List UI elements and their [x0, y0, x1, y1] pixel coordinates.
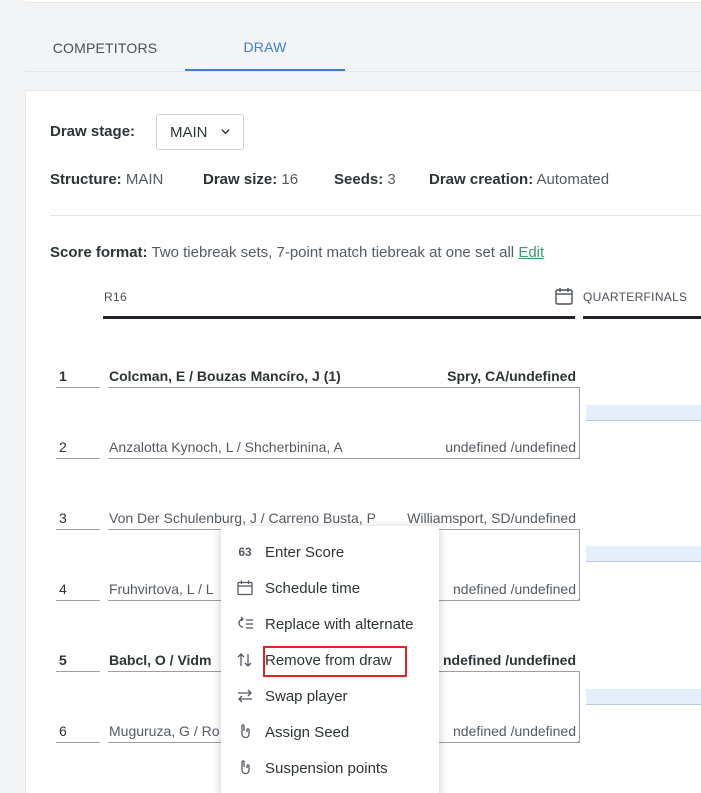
menu-item-label: Enter Score [265, 543, 345, 561]
suspension-icon [241, 760, 250, 775]
slot-participants: Babcl, O / Vidm [109, 652, 212, 668]
menu-item-label: Assign Seed [265, 723, 350, 741]
draw-creation-label: Draw creation: [429, 171, 534, 188]
slot-number: 5 [56, 652, 100, 672]
tab-draw[interactable]: DRAW [185, 24, 345, 71]
menu-item-swap-player[interactable]: Swap player [221, 678, 439, 714]
tab-competitors[interactable]: COMPETITORS [25, 24, 185, 71]
divider [50, 215, 701, 216]
draw-size-label: Draw size: [203, 171, 278, 188]
score-format-label: Score format: [50, 244, 148, 261]
draw-creation-info: Draw creation: Automated [429, 171, 609, 188]
draw-slot[interactable]: Anzalotta Kynoch, L / Shcherbinina, A un… [108, 439, 580, 459]
slot-club: undefined /undefined [443, 439, 576, 455]
menu-item-assign-seed[interactable]: Assign Seed [221, 714, 439, 750]
seeds-value: 3 [387, 171, 396, 188]
chevron-down-icon [221, 129, 230, 135]
menu-item-remove-from-draw[interactable]: Remove from draw [221, 642, 439, 678]
draw-stage-value: MAIN [170, 123, 208, 141]
menu-item-enter-score[interactable]: 63 Enter Score [221, 534, 439, 570]
round-header-r16: R16 [104, 290, 127, 304]
slot-club: Spry, CA/undefined [445, 368, 576, 384]
menu-item-label: Remove from draw [265, 651, 392, 669]
structure-label: Structure: [50, 171, 122, 188]
slot-number: 6 [56, 723, 100, 743]
slot-context-menu: 63 Enter Score Schedule time Replace wit… [221, 526, 439, 793]
menu-item-label: Suspension points [265, 759, 388, 777]
draw-creation-value: Automated [536, 171, 610, 188]
score-icon: 63 [238, 545, 252, 559]
score-format: Score format: Two tiebreak sets, 7-point… [50, 244, 544, 261]
seeds-info: Seeds: 3 [334, 171, 396, 188]
round-line-quarterfinals [583, 316, 701, 319]
calendar-icon [237, 580, 253, 596]
round-header-quarterfinals: QUARTERFINALS [583, 290, 688, 304]
score-format-value: Two tiebreak sets, 7-point match tiebrea… [151, 244, 515, 261]
draw-slot[interactable]: Colcman, E / Bouzas Mancíro, J (1) Spry,… [108, 368, 580, 388]
menu-item-label: Schedule time [265, 579, 361, 597]
draw-size-value: 16 [281, 171, 299, 188]
remove-icon [237, 653, 252, 667]
slot-club: ndefined /undefined [451, 581, 576, 597]
slot-participants: Colcman, E / Bouzas Mancíro, J (1) [109, 368, 341, 384]
menu-item-suspension-points[interactable]: Suspension points [221, 750, 439, 786]
menu-item-schedule-time[interactable]: Schedule time [221, 570, 439, 606]
menu-item-replace-with-alternate[interactable]: Replace with alternate [221, 606, 439, 642]
replace-icon [238, 616, 253, 629]
slot-participants: Von Der Schulenburg, J / Carreno Busta, … [109, 510, 376, 526]
slot-participants: Anzalotta Kynoch, L / Shcherbinina, A [109, 439, 343, 455]
round-line-r16 [103, 316, 575, 319]
edit-score-format-link[interactable]: Edit [518, 244, 544, 261]
slot-number: 4 [56, 581, 100, 601]
quarterfinal-slot[interactable] [586, 405, 701, 421]
slot-participants: Fruhvirtova, L / L [109, 581, 214, 597]
slot-number: 2 [56, 439, 100, 459]
draw-stage-select[interactable]: MAIN [156, 114, 244, 150]
slot-number: 3 [56, 510, 100, 530]
quarterfinal-slot[interactable] [586, 689, 701, 705]
slot-club: ndefined /undefined [451, 723, 576, 739]
calendar-icon[interactable] [554, 286, 574, 306]
structure-value: MAIN [125, 171, 164, 188]
tab-bar: COMPETITORS DRAW [25, 24, 701, 72]
draw-stage-label: Draw stage: [50, 123, 136, 140]
menu-item-label: Swap player [265, 687, 348, 705]
draw-size-info: Draw size: 16 [203, 171, 298, 188]
structure-info: Structure: MAIN [50, 171, 163, 188]
slot-number: 1 [56, 368, 100, 388]
slot-participants: Muguruza, G / Ro [109, 723, 220, 739]
menu-item-label: Replace with alternate [265, 615, 414, 633]
swap-icon [238, 689, 252, 703]
top-card [25, 0, 701, 3]
quarterfinal-slot[interactable] [586, 546, 701, 562]
seed-icon [241, 724, 250, 739]
seeds-label: Seeds: [334, 171, 384, 188]
slot-club: ndefined /undefined [441, 652, 576, 668]
slot-club: Williamsport, SD/undefined [405, 510, 576, 526]
